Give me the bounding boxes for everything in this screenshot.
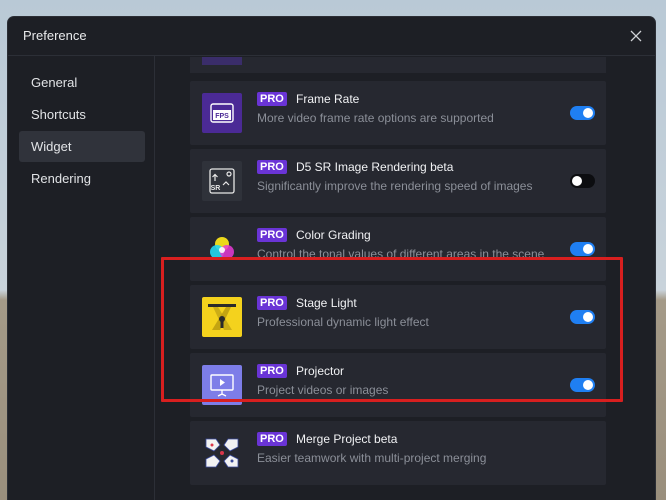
pro-badge: PRO	[257, 296, 287, 310]
projector-toggle[interactable]	[570, 378, 595, 392]
fps-icon: FPS	[202, 93, 242, 133]
sidebar-item-rendering[interactable]: Rendering	[19, 163, 145, 194]
pro-badge: PRO	[257, 432, 287, 446]
widget-card-color-grading: PRO Color Grading Control the tonal valu…	[190, 217, 606, 281]
widget-card-projector: PRO Projector Project videos or images	[190, 353, 606, 417]
svg-text:SR: SR	[211, 185, 221, 192]
sr-icon: SR	[202, 161, 242, 201]
widget-description: More video frame rate options are suppor…	[257, 111, 494, 125]
color-grading-icon	[202, 229, 242, 269]
sidebar-divider	[154, 56, 155, 500]
dialog-title: Preference	[23, 28, 87, 43]
partial-widget-card	[190, 57, 606, 73]
widget-card-frame-rate: FPS PRO Frame Rate More video frame rate…	[190, 81, 606, 145]
widget-description: Control the tonal values of different ar…	[257, 247, 545, 261]
svg-text:FPS: FPS	[215, 113, 229, 120]
widget-list: FPS PRO Frame Rate More video frame rate…	[190, 57, 606, 500]
pro-badge: PRO	[257, 160, 287, 174]
sidebar-item-general[interactable]: General	[19, 67, 145, 98]
widget-card-stage-light: PRO Stage Light Professional dynamic lig…	[190, 285, 606, 349]
preference-dialog: Preference General Shortcuts Widget Rend…	[8, 17, 655, 500]
pro-badge: PRO	[257, 364, 287, 378]
widget-description: Project videos or images	[257, 383, 389, 397]
scrollbar[interactable]	[614, 57, 617, 497]
widget-name: Frame Rate	[296, 92, 360, 106]
color-grading-toggle[interactable]	[570, 242, 595, 256]
widget-name: Merge Project beta	[296, 432, 398, 446]
merge-project-icon	[202, 433, 242, 473]
sidebar-item-shortcuts[interactable]: Shortcuts	[19, 99, 145, 130]
projector-icon	[202, 365, 242, 405]
widget-name: Stage Light	[296, 296, 357, 310]
d5-sr-toggle[interactable]	[570, 174, 595, 188]
close-icon[interactable]	[625, 25, 647, 47]
widget-name: Projector	[296, 364, 345, 378]
stage-light-icon	[202, 297, 242, 337]
widget-description: Significantly improve the rendering spee…	[257, 179, 533, 193]
widget-description: Professional dynamic light effect	[257, 315, 429, 329]
widget-description: Easier teamwork with multi-project mergi…	[257, 451, 487, 465]
titlebar: Preference	[8, 17, 655, 55]
widget-card-merge-project: PRO Merge Project beta Easier teamwork w…	[190, 421, 606, 485]
stage-light-toggle[interactable]	[570, 310, 595, 324]
pro-badge: PRO	[257, 92, 287, 106]
frame-rate-toggle[interactable]	[570, 106, 595, 120]
widget-name: Color Grading	[296, 228, 371, 242]
title-divider	[8, 55, 655, 56]
sidebar-item-widget[interactable]: Widget	[19, 131, 145, 162]
widget-name: D5 SR Image Rendering beta	[296, 160, 454, 174]
widget-card-d5-sr: SR PRO D5 SR Image Rendering beta Signif…	[190, 149, 606, 213]
pro-badge: PRO	[257, 228, 287, 242]
